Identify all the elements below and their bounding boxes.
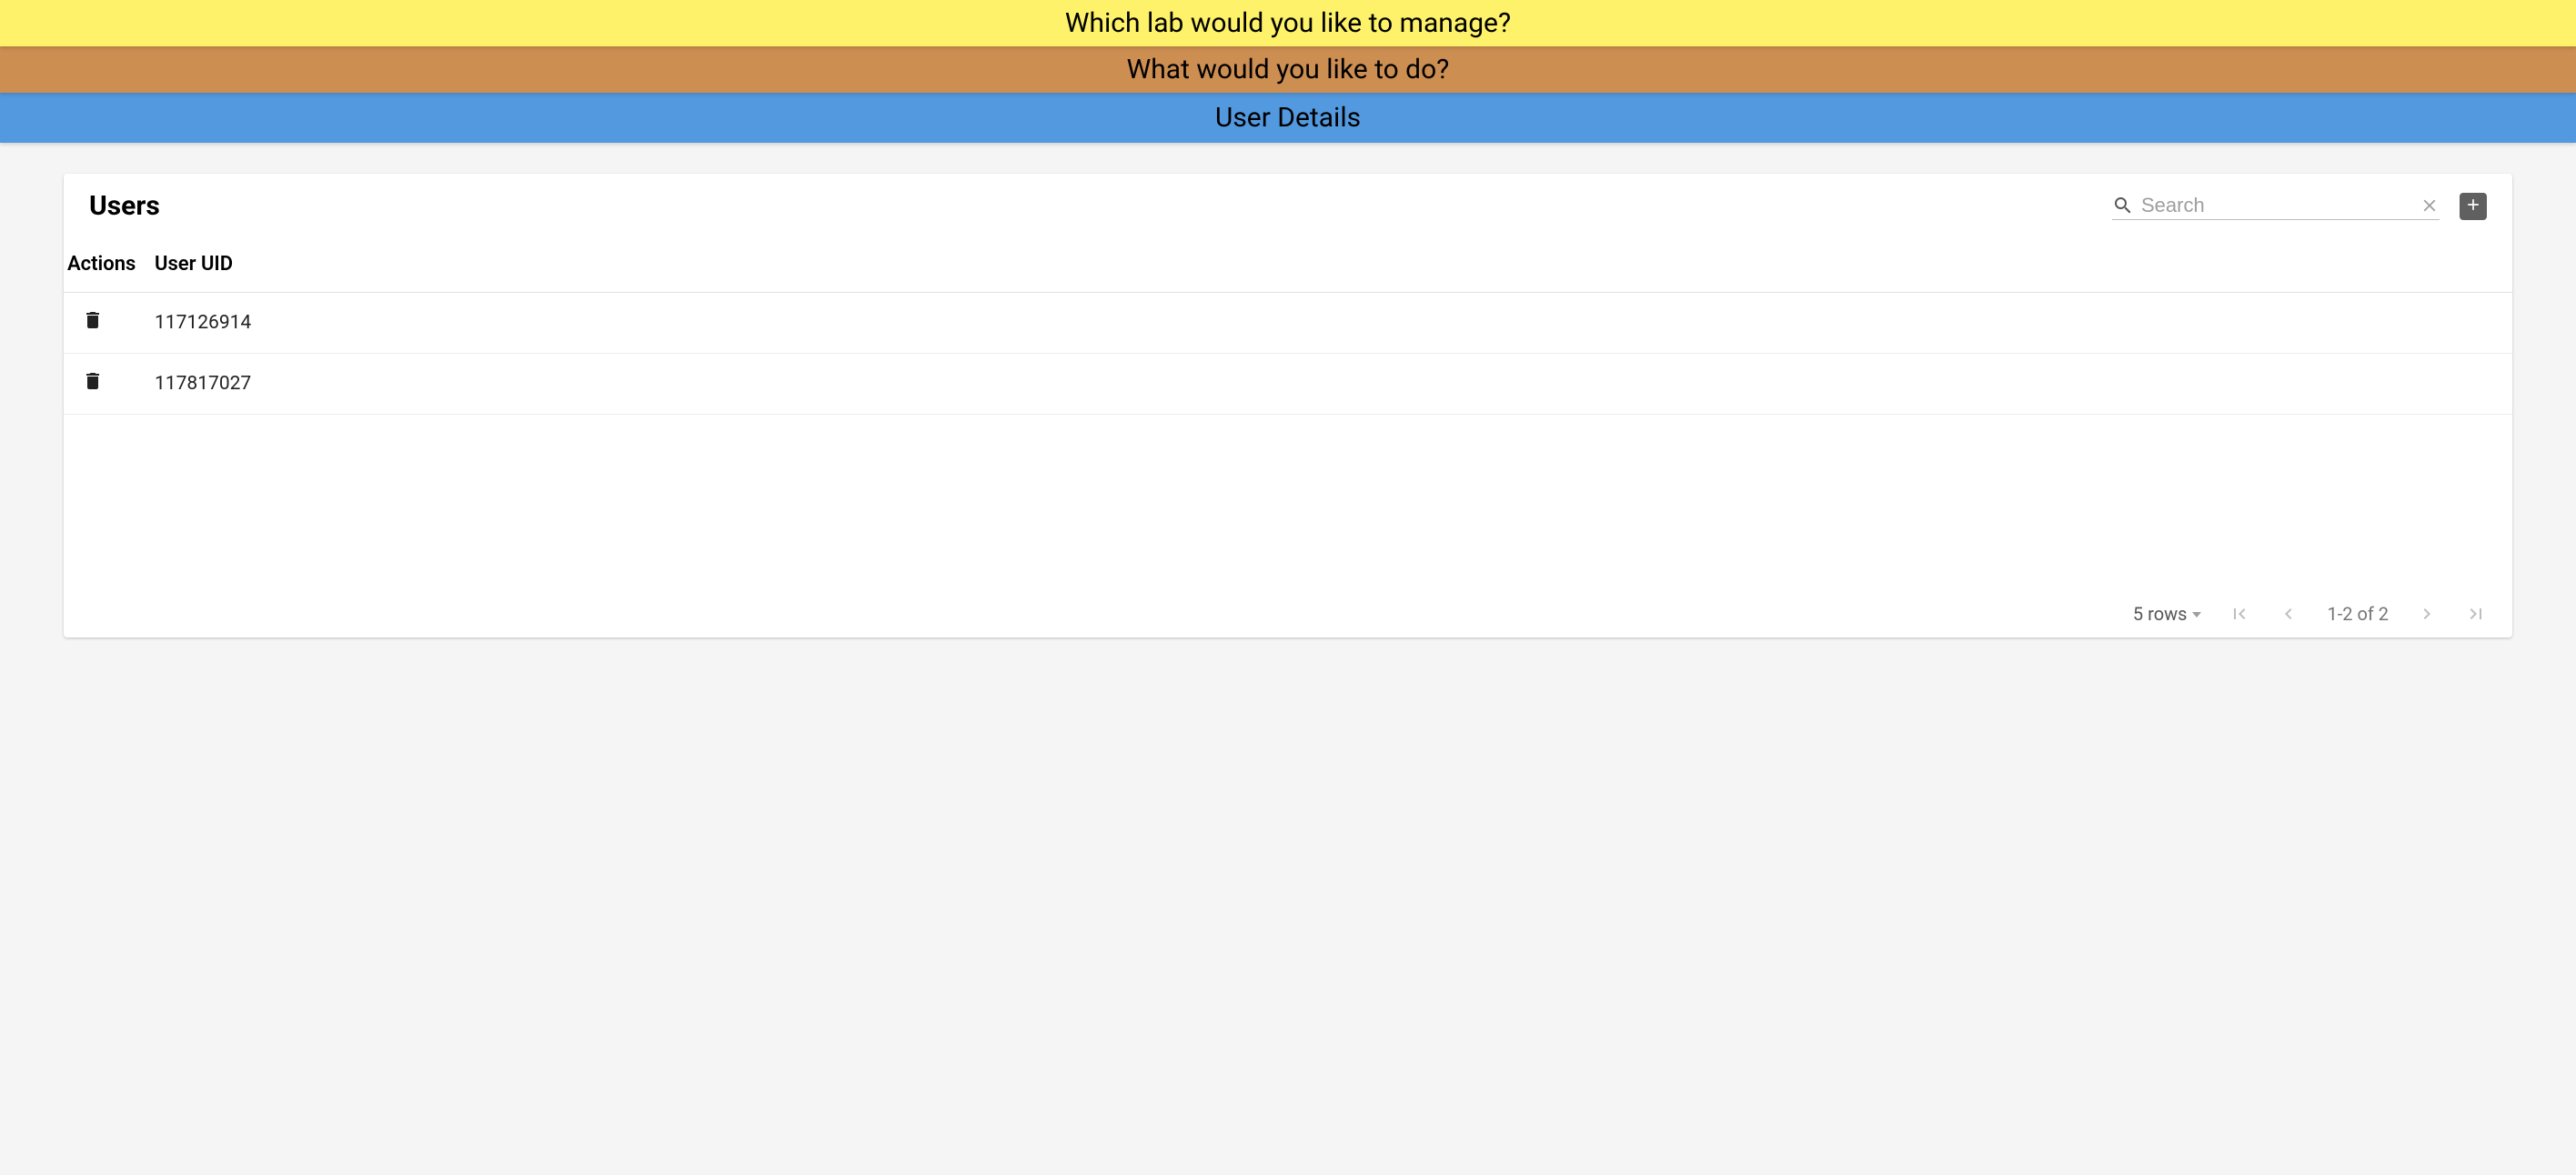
page-range: 1-2 of 2 xyxy=(2327,603,2389,625)
first-page-button[interactable] xyxy=(2229,603,2250,625)
user-uid-cell: 117126914 xyxy=(155,293,2512,354)
rows-per-page-select[interactable]: 5 rows xyxy=(2133,603,2202,625)
banner-section-text: User Details xyxy=(1215,102,1361,134)
users-table: Actions User UID 117126914117817027 xyxy=(64,235,2512,415)
plus-icon xyxy=(2464,196,2482,217)
dropdown-caret-icon xyxy=(2192,612,2201,618)
delete-row-button[interactable] xyxy=(82,309,104,336)
banner-select-action-text: What would you like to do? xyxy=(1127,54,1450,85)
banner-select-lab-text: Which lab would you like to manage? xyxy=(1065,7,1511,39)
clear-search-icon[interactable] xyxy=(2420,196,2440,216)
last-page-button[interactable] xyxy=(2465,603,2487,625)
trash-icon xyxy=(82,309,104,336)
rows-per-page-label: 5 rows xyxy=(2133,603,2188,625)
delete-row-button[interactable] xyxy=(82,370,104,397)
col-user-uid: User UID xyxy=(155,253,233,276)
card-title: Users xyxy=(89,190,2112,222)
search-icon xyxy=(2112,195,2134,216)
user-uid-cell: 117817027 xyxy=(155,354,2512,415)
table-row: 117126914 xyxy=(64,293,2512,354)
banner-section[interactable]: User Details xyxy=(0,93,2576,143)
banner-select-lab[interactable]: Which lab would you like to manage? xyxy=(0,0,2576,46)
search-field[interactable] xyxy=(2112,192,2440,220)
trash-icon xyxy=(82,370,104,397)
col-actions: Actions xyxy=(67,253,136,276)
users-card: Users Actions xyxy=(64,174,2512,638)
add-user-button[interactable] xyxy=(2460,193,2487,220)
next-page-button[interactable] xyxy=(2416,603,2438,625)
banner-select-action[interactable]: What would you like to do? xyxy=(0,46,2576,93)
prev-page-button[interactable] xyxy=(2278,603,2299,625)
search-input[interactable] xyxy=(2141,194,2412,217)
table-row: 117817027 xyxy=(64,354,2512,415)
table-footer: 5 rows 1-2 of 2 xyxy=(64,590,2512,638)
